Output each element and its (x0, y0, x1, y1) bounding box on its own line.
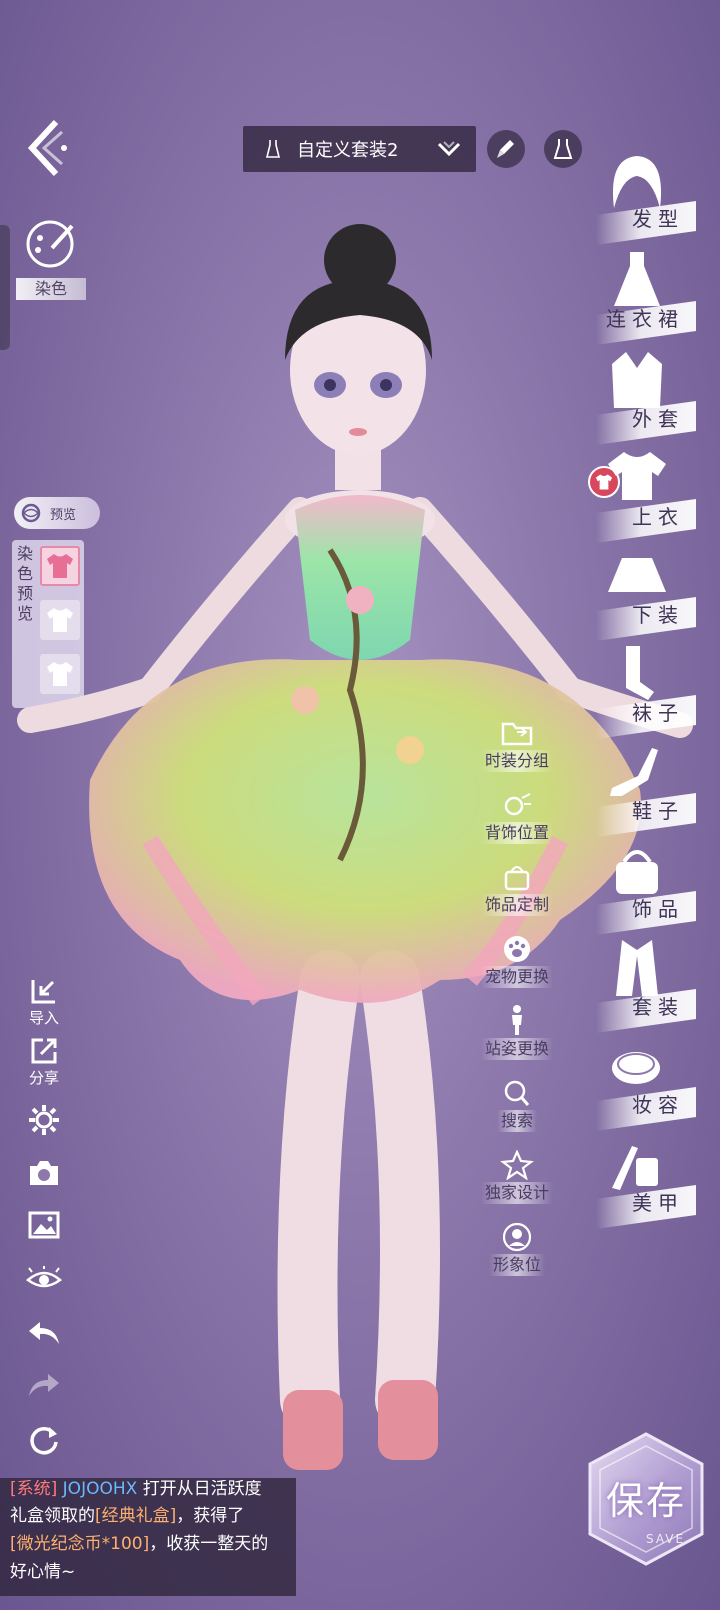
category-label: 外套 (632, 407, 684, 431)
chat-item-link[interactable]: [微光纪念币*100] (10, 1534, 149, 1554)
chat-text: 礼盒领取的 (10, 1506, 95, 1526)
camera-button[interactable] (22, 1158, 66, 1188)
undo-icon (29, 1322, 59, 1344)
back-arrow-icon (27, 119, 67, 177)
reset-icon (30, 1426, 58, 1455)
chat-user[interactable]: JOJOOHX (63, 1480, 138, 1498)
brush-button[interactable] (487, 130, 525, 168)
outfit-name: 自定义套装2 (297, 140, 399, 161)
settings-icon (29, 1105, 59, 1135)
image-icon (28, 1211, 60, 1239)
chat-tag: [系统] (10, 1480, 58, 1498)
folder-icon (501, 722, 533, 746)
import-icon (31, 980, 55, 1004)
save-sub-label: SAVE (646, 1532, 686, 1546)
category-accessory[interactable]: 饰品 (596, 838, 706, 936)
search-icon (504, 1080, 530, 1106)
star-icon (500, 1150, 534, 1180)
pet-change-label: 宠物更换 (480, 966, 553, 988)
category-shoes[interactable]: 鞋子 (596, 740, 706, 838)
category-hair[interactable]: 发型 (596, 148, 706, 246)
fashion-group-button[interactable]: 时装分组 (474, 718, 560, 772)
paw-icon (504, 936, 530, 962)
category-nail[interactable]: 美甲 (596, 1132, 706, 1230)
share-button[interactable]: 分享 (22, 1036, 66, 1088)
gallery-button[interactable] (22, 1210, 66, 1240)
search-label: 搜索 (496, 1110, 537, 1132)
stance-change-button[interactable]: 站姿更换 (474, 1004, 560, 1060)
reset-button[interactable] (22, 1424, 66, 1458)
category-socks[interactable]: 袜子 (596, 642, 706, 740)
image-slot-label: 形象位 (488, 1254, 545, 1276)
import-button[interactable]: 导入 (22, 976, 66, 1028)
save-label: 保存 (605, 1479, 686, 1523)
fashion-group-label: 时装分组 (480, 750, 553, 772)
exclusive-design-label: 独家设计 (480, 1182, 553, 1204)
category-bottom[interactable]: 下装 (596, 544, 706, 642)
redo-icon (29, 1374, 59, 1396)
stand-pose-icon (512, 1005, 522, 1035)
chat-text: ，收获一整天的 (149, 1534, 269, 1554)
category-label: 美甲 (632, 1191, 684, 1215)
back-accessory-label: 背饰位置 (480, 822, 553, 844)
profile-icon (502, 1222, 532, 1252)
redo-button[interactable] (22, 1370, 66, 1398)
chat-text: 好心情~ (10, 1562, 76, 1582)
settings-button[interactable] (22, 1103, 66, 1137)
system-chat[interactable]: [系统] JOJOOHX 打开从日活跃度 礼盒领取的[经典礼盒]，获得了 [微光… (0, 1478, 296, 1596)
dress-icon (265, 140, 281, 158)
category-suit[interactable]: 套装 (596, 936, 706, 1034)
camera-icon (30, 1161, 58, 1185)
hide-ui-button[interactable] (22, 1266, 66, 1292)
category-label: 妆容 (632, 1093, 684, 1117)
search-button[interactable]: 搜索 (474, 1078, 560, 1132)
category-label: 连衣裙 (606, 307, 684, 331)
accessory-custom-button[interactable]: 饰品定制 (474, 862, 560, 916)
share-label: 分享 (28, 1069, 59, 1087)
back-accessory-position-button[interactable]: 背饰位置 (474, 790, 560, 844)
import-label: 导入 (28, 1009, 59, 1027)
pet-change-button[interactable]: 宠物更换 (474, 934, 560, 988)
exclusive-design-button[interactable]: 独家设计 (474, 1150, 560, 1204)
category-label: 套装 (632, 995, 684, 1019)
stance-change-label: 站姿更换 (480, 1038, 553, 1060)
category-label: 上衣 (632, 505, 684, 529)
category-coat[interactable]: 外套 (596, 348, 706, 446)
undo-button[interactable] (22, 1318, 66, 1346)
brush-icon (497, 140, 514, 158)
category-label: 发型 (632, 207, 684, 231)
image-slot-button[interactable]: 形象位 (474, 1222, 560, 1276)
category-label: 鞋子 (632, 799, 684, 823)
outfit-view-button[interactable] (544, 130, 582, 168)
back-accessory-icon (504, 793, 531, 816)
category-label: 饰品 (632, 897, 684, 921)
chat-text: ，获得了 (176, 1506, 245, 1526)
category-top[interactable]: 上衣 (596, 446, 706, 544)
accessory-custom-label: 饰品定制 (480, 894, 553, 916)
outfit-selector[interactable]: 自定义套装2 (243, 126, 476, 172)
bag-icon (504, 866, 530, 891)
category-makeup[interactable]: 妆容 (596, 1034, 706, 1132)
eye-icon (26, 1266, 62, 1288)
share-icon (31, 1038, 57, 1064)
category-label: 袜子 (632, 701, 684, 725)
chat-item-link[interactable]: [经典礼盒] (95, 1506, 176, 1526)
chat-text: 打开从日活跃度 (142, 1480, 262, 1498)
back-button[interactable] (22, 118, 74, 178)
chevron-down-icon (437, 141, 461, 157)
category-dress[interactable]: 连衣裙 (596, 248, 706, 346)
category-label: 下装 (632, 603, 684, 627)
save-button[interactable]: 保存 SAVE (582, 1430, 710, 1568)
dress-outline-icon (553, 139, 573, 159)
